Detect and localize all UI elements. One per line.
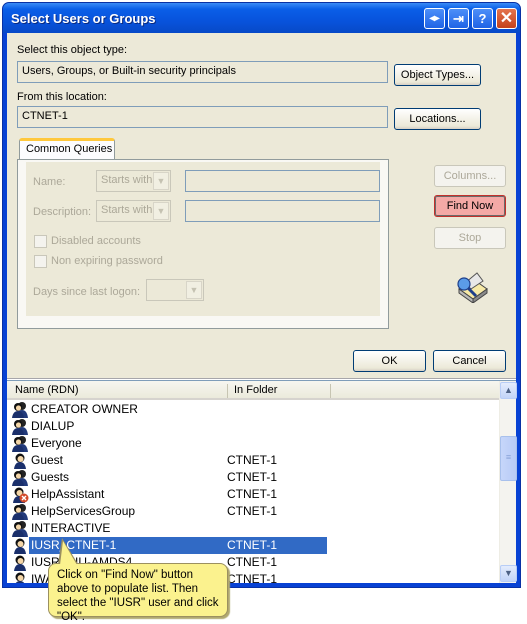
locations-button[interactable]: Locations...	[394, 108, 481, 130]
scroll-down-button[interactable]: ▼	[500, 565, 517, 582]
ok-button[interactable]: OK	[353, 350, 426, 372]
group-icon	[11, 435, 29, 452]
days-since-logon-select[interactable]: ▼	[146, 279, 204, 301]
column-header-name[interactable]: Name (RDN)	[15, 384, 79, 396]
search-directory-icon	[457, 272, 488, 303]
window-title: Select Users or Groups	[11, 11, 156, 26]
help-icon[interactable]: ?	[472, 8, 493, 29]
results-rows: CREATOR OWNER DIALUP Everyone Guest CTNET-1 G…	[7, 401, 499, 583]
name-label: Name:	[33, 176, 66, 188]
disabled-accounts-label: Disabled accounts	[51, 235, 141, 247]
row-name: INTERACTIVE	[31, 521, 111, 535]
callout-text: Click on "Find Now" button above to popu…	[57, 569, 219, 623]
column-header-in-folder[interactable]: In Folder	[234, 384, 277, 396]
select-users-dialog: Select Users or Groups ◂▸ ⇥ ? ✕ Select t…	[2, 2, 521, 588]
user-icon	[11, 452, 29, 469]
dialog-body: Select this object type: Users, Groups, …	[7, 33, 517, 583]
object-type-field: Users, Groups, or Built-in security prin…	[17, 61, 388, 83]
disabled-accounts-checkbox[interactable]	[34, 235, 47, 248]
list-item[interactable]: Guest CTNET-1	[7, 452, 499, 469]
row-folder: CTNET-1	[227, 572, 278, 583]
columns-button[interactable]: Columns...	[434, 165, 506, 187]
disabled-user-icon	[11, 486, 29, 503]
title-bar[interactable]: Select Users or Groups ◂▸ ⇥ ? ✕	[3, 3, 520, 33]
chevron-down-icon: ▼	[153, 202, 169, 220]
description-label: Description:	[33, 206, 92, 218]
name-operator-select[interactable]: Starts with ▼	[96, 170, 171, 192]
results-header: Name (RDN) In Folder	[7, 381, 499, 400]
row-folder: CTNET-1	[227, 538, 278, 552]
vertical-scrollbar[interactable]: ▲ ≡ ▼	[499, 381, 517, 583]
user-icon	[11, 571, 29, 583]
row-folder: CTNET-1	[227, 453, 278, 467]
name-input[interactable]	[185, 170, 380, 192]
scroll-up-button[interactable]: ▲	[500, 382, 517, 399]
list-item[interactable]: IUSR_CTNET-1 CTNET-1	[7, 537, 499, 554]
days-since-logon-label: Days since last logon:	[33, 286, 140, 298]
row-folder: CTNET-1	[227, 555, 278, 569]
find-now-button[interactable]: Find Now	[434, 195, 506, 217]
row-name: Everyone	[31, 436, 82, 450]
description-operator-select[interactable]: Starts with ▼	[96, 200, 171, 222]
chevron-down-icon: ▼	[186, 281, 202, 299]
description-input[interactable]	[185, 200, 380, 222]
object-type-label: Select this object type:	[17, 44, 128, 56]
list-item[interactable]: INTERACTIVE	[7, 520, 499, 537]
switch-icon[interactable]: ◂▸	[424, 8, 445, 29]
row-name: HelpServicesGroup	[31, 504, 136, 518]
group-icon	[11, 503, 29, 520]
user-icon	[11, 554, 29, 571]
object-types-button[interactable]: Object Types...	[394, 64, 481, 86]
tab-common-queries[interactable]: Common Queries	[19, 138, 115, 160]
group-icon	[11, 520, 29, 537]
group-icon	[11, 401, 29, 418]
group-icon	[11, 469, 29, 486]
exit-icon[interactable]: ⇥	[448, 8, 469, 29]
row-name: DIALUP	[31, 419, 75, 433]
location-field: CTNET-1	[17, 106, 388, 128]
list-item[interactable]: CREATOR OWNER	[7, 401, 499, 418]
cancel-button[interactable]: Cancel	[433, 350, 506, 372]
list-item[interactable]: HelpAssistant CTNET-1	[7, 486, 499, 503]
scroll-thumb[interactable]: ≡	[500, 436, 517, 481]
list-item[interactable]: Guests CTNET-1	[7, 469, 499, 486]
row-name: CREATOR OWNER	[31, 402, 138, 416]
chevron-down-icon: ▼	[153, 172, 169, 190]
search-results-list[interactable]: Name (RDN) In Folder CREATOR OWNER DIALUP…	[7, 380, 517, 583]
row-folder: CTNET-1	[227, 504, 278, 518]
location-label: From this location:	[17, 91, 107, 103]
list-item[interactable]: HelpServicesGroup CTNET-1	[7, 503, 499, 520]
row-name: HelpAssistant	[31, 487, 105, 501]
list-item[interactable]: Everyone	[7, 435, 499, 452]
row-folder: CTNET-1	[227, 487, 278, 501]
instruction-callout: Click on "Find Now" button above to popu…	[48, 563, 228, 623]
row-folder: CTNET-1	[227, 470, 278, 484]
user-icon	[11, 537, 29, 554]
non-expiring-password-label: Non expiring password	[51, 255, 163, 267]
common-queries-panel: Name: Starts with ▼ Description: Starts …	[17, 159, 389, 329]
non-expiring-password-checkbox[interactable]	[34, 255, 47, 268]
group-icon	[11, 418, 29, 435]
close-icon[interactable]: ✕	[496, 8, 517, 29]
row-name: Guest	[31, 453, 64, 467]
stop-button[interactable]: Stop	[434, 227, 506, 249]
list-item[interactable]: DIALUP	[7, 418, 499, 435]
row-name: Guests	[31, 470, 70, 484]
